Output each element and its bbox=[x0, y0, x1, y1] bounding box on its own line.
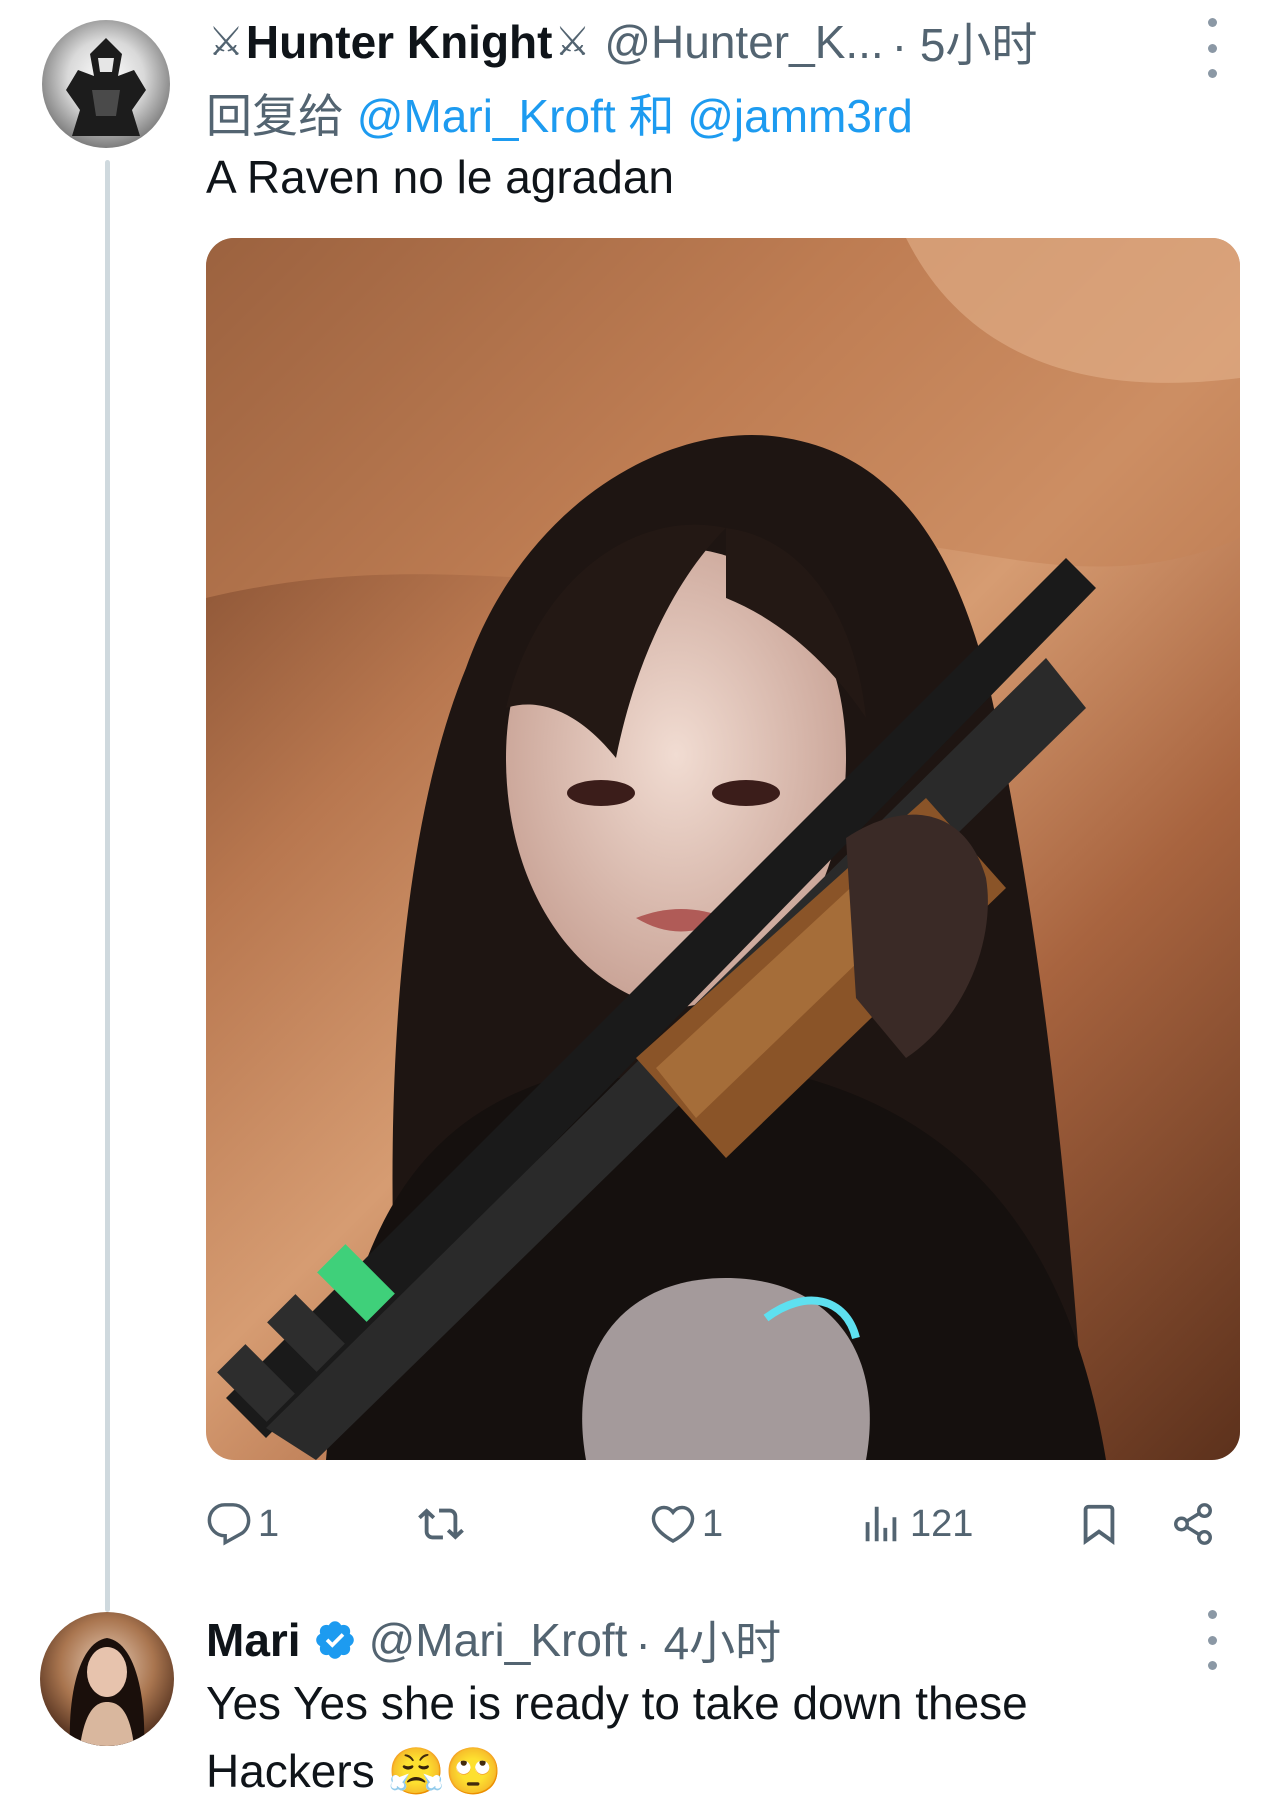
tweet2-header: Mari @Mari_Kroft · 4小时 bbox=[206, 1610, 781, 1670]
avatar-hunter-knight[interactable] bbox=[42, 20, 170, 148]
crossed-swords-icon: ⚔ bbox=[554, 20, 591, 64]
tweet1-display-name[interactable]: Hunter Knight bbox=[246, 15, 553, 69]
reply-to-line: 回复给 @Mari_Kroft 和 @jamm3rd bbox=[206, 80, 913, 146]
avatar-mari[interactable] bbox=[40, 1612, 174, 1746]
knight-avatar-art bbox=[66, 38, 146, 136]
reply-and: 和 bbox=[628, 90, 675, 142]
tweet2-text-line2: Hackers 😤🙄 bbox=[206, 1744, 502, 1799]
reply-prefix: 回复给 bbox=[206, 90, 344, 142]
share-button[interactable] bbox=[1170, 1494, 1216, 1554]
character-with-shotgun-image bbox=[206, 238, 1240, 1460]
bookmark-button[interactable] bbox=[1076, 1494, 1122, 1554]
bookmark-icon bbox=[1083, 1504, 1115, 1545]
tweet1-handle[interactable]: @Hunter_K... bbox=[604, 15, 883, 69]
eye-roll-emoji: 🙄 bbox=[444, 1745, 503, 1797]
like-count: 1 bbox=[702, 1502, 724, 1545]
tweet1-media-image[interactable] bbox=[206, 238, 1240, 1460]
tweet2-timestamp[interactable]: · 4小时 bbox=[635, 1607, 781, 1673]
crossed-swords-icon: ⚔ bbox=[208, 20, 244, 64]
tweet1-header: ⚔ Hunter Knight ⚔ @Hunter_K... · 5小时 bbox=[206, 12, 1037, 72]
tweet1-text: A Raven no le agradan bbox=[206, 151, 675, 203]
reply-mention-mari[interactable]: @Mari_Kroft bbox=[357, 90, 616, 142]
tweet1-timestamp[interactable]: · 5小时 bbox=[892, 9, 1038, 75]
face-with-steam-emoji: 😤 bbox=[387, 1745, 445, 1797]
more-vertical-icon[interactable] bbox=[1200, 18, 1224, 78]
retweet-icon bbox=[418, 1508, 464, 1540]
share-icon bbox=[1174, 1503, 1212, 1545]
views-button[interactable]: 121 bbox=[858, 1494, 973, 1554]
thread-connector-line bbox=[105, 160, 110, 1612]
like-button[interactable]: 1 bbox=[650, 1494, 723, 1554]
reply-mention-jamm3rd[interactable]: @jamm3rd bbox=[687, 90, 913, 142]
reply-button[interactable]: 1 bbox=[206, 1494, 279, 1554]
heart-icon bbox=[651, 1505, 695, 1544]
tweet2-display-name[interactable]: Mari bbox=[206, 1613, 301, 1667]
reply-icon bbox=[207, 1503, 251, 1546]
retweet-button[interactable] bbox=[416, 1494, 466, 1554]
reply-count: 1 bbox=[258, 1502, 280, 1545]
tweet2-handle[interactable]: @Mari_Kroft bbox=[369, 1613, 628, 1667]
mari-avatar-art bbox=[69, 1638, 145, 1746]
more-vertical-icon[interactable] bbox=[1200, 1610, 1224, 1670]
tweet1-action-bar: 1 1 121 bbox=[206, 1494, 1246, 1554]
views-count: 121 bbox=[910, 1502, 974, 1545]
tweet2-text-line1: Yes Yes she is ready to take down these bbox=[206, 1677, 1028, 1729]
tweet2-text-word: Hackers bbox=[206, 1745, 375, 1797]
views-chart-icon bbox=[865, 1506, 897, 1542]
verified-badge-icon bbox=[315, 1621, 354, 1659]
